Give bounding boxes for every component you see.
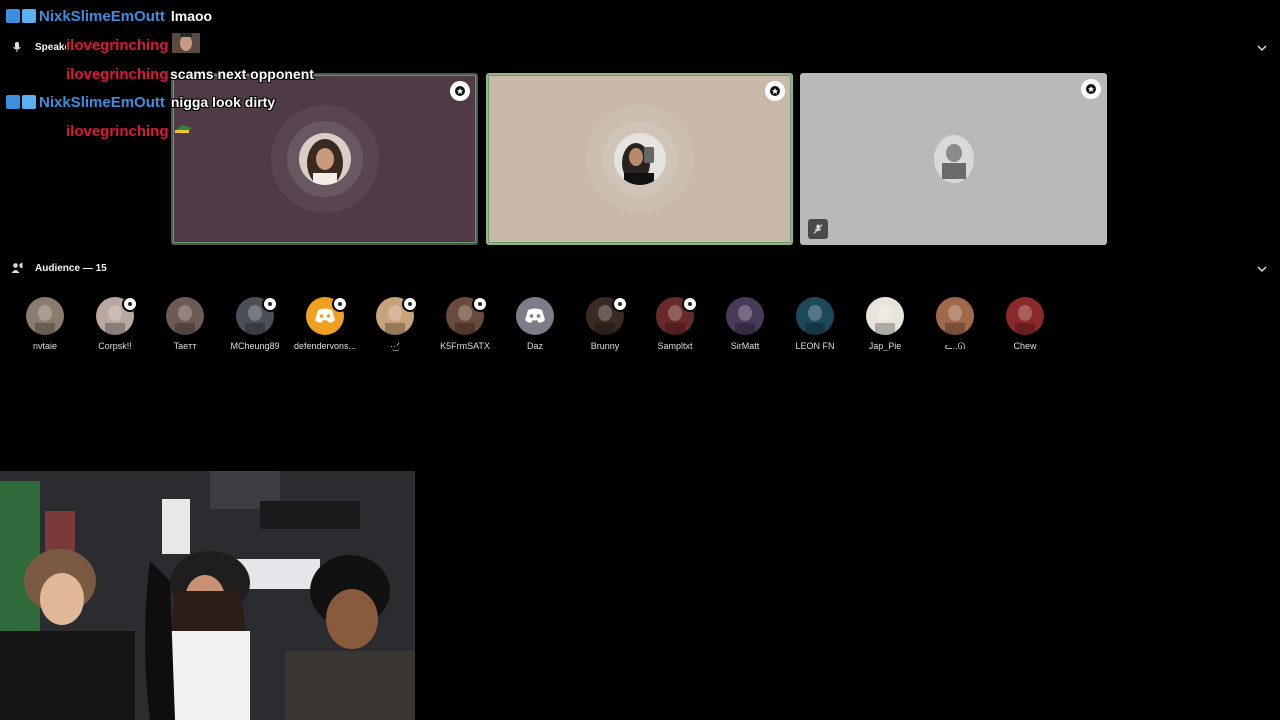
avatar (726, 297, 764, 335)
audience-name: Taeтт (173, 341, 197, 351)
moderator-badge-icon (472, 296, 488, 312)
avatar (1006, 297, 1044, 335)
sub-badge-icon (22, 95, 36, 109)
chat-message: NixkSlimeEmOutt nigga look dirty (0, 90, 275, 114)
chat-text: nigga look dirty (170, 94, 276, 110)
speaker-avatar (613, 133, 666, 185)
audience-icon (10, 261, 24, 275)
avatar (796, 297, 834, 335)
prime-badge-icon (6, 9, 20, 23)
audience-member[interactable]: ·͜·ᐟ (360, 296, 430, 352)
chat-message: ilovegrinching (0, 119, 420, 143)
audience-name: K5FrmSATX (440, 341, 490, 351)
audience-name: Brunny (590, 341, 620, 351)
audience-member[interactable]: nvtaie (10, 297, 80, 351)
chat-emote-icon (172, 32, 200, 58)
audience-name: Daz (526, 341, 543, 351)
webcam-feed (0, 471, 415, 720)
chat-text: lmaoo (170, 8, 213, 24)
moderator-badge-icon (612, 296, 628, 312)
audience-name: LEON FN (795, 341, 835, 351)
audience-member[interactable]: K5FrmSATX (430, 296, 500, 351)
audience-member[interactable]: Sampltxt (640, 296, 710, 351)
chat-message: ilovegrinching scams next opponent (0, 62, 420, 86)
chat-text: scams next opponent (170, 66, 314, 82)
audience-member[interactable]: ᓚ..ᘏ (920, 297, 990, 352)
moderator-badge-icon (332, 296, 348, 312)
audience-name: Jap_Pie (868, 341, 902, 351)
audience-member[interactable]: LEON FN (780, 297, 850, 351)
chat-emote-icon (172, 122, 194, 141)
moderator-badge-icon (450, 81, 470, 101)
moderator-badge-icon (262, 296, 278, 312)
chat-message: ilovegrinching (0, 32, 420, 58)
moderator-badge-icon (1081, 79, 1101, 99)
chat-username[interactable]: ilovegrinching (66, 66, 169, 83)
mic-muted-icon (808, 219, 828, 239)
moderator-badge-icon (682, 296, 698, 312)
chat-username[interactable]: ilovegrinching (66, 123, 169, 140)
audience-member[interactable]: Taeтт (150, 297, 220, 351)
audience-name: Corpsk!! (98, 341, 132, 351)
audience-name: ·͜·ᐟ (390, 341, 400, 351)
audience-member[interactable]: Corpsk!! (80, 296, 150, 351)
audience-name: Sampltxt (657, 341, 693, 351)
avatar (866, 297, 904, 335)
speaker-avatar (927, 133, 980, 185)
sub-badge-icon (22, 9, 36, 23)
audience-member[interactable]: Chew (990, 297, 1060, 351)
avatar (166, 297, 204, 335)
audience-name: ᓚ..ᘏ (944, 341, 966, 351)
chevron-down-icon[interactable] (1256, 41, 1268, 53)
audience-member[interactable]: Jap_Pie (850, 297, 920, 351)
audience-header[interactable]: Audience — 15 (0, 256, 1280, 280)
audience-name: defendervons... (293, 341, 357, 351)
moderator-badge-icon (765, 81, 785, 101)
prime-badge-icon (6, 95, 20, 109)
audience-name: MCheung89 (230, 341, 280, 351)
avatar (936, 297, 974, 335)
audience-member[interactable]: Daz (500, 297, 570, 351)
audience-name: SirMatt (730, 341, 760, 351)
audience-name: Chew (1013, 341, 1037, 351)
chat-username[interactable]: NixkSlimeEmOutt (39, 94, 165, 111)
chevron-down-icon[interactable] (1256, 262, 1268, 274)
moderator-badge-icon (122, 296, 138, 312)
audience-member[interactable]: MCheung89 (220, 296, 290, 351)
speaker-tile[interactable] (800, 73, 1107, 245)
chat-message: NixkSlimeEmOutt lmaoo (0, 4, 212, 28)
audience-member[interactable]: Brunny (570, 296, 640, 351)
chat-username[interactable]: ilovegrinching (66, 37, 169, 54)
chat-username[interactable]: NixkSlimeEmOutt (39, 8, 165, 25)
audience-title: Audience — 15 (35, 262, 107, 274)
discord-logo-icon (516, 297, 554, 335)
audience-name: nvtaie (32, 341, 58, 351)
speaker-tile[interactable] (486, 73, 793, 245)
audience-member[interactable]: defendervons... (290, 296, 360, 351)
avatar (26, 297, 64, 335)
audience-member[interactable]: SirMatt (710, 297, 780, 351)
moderator-badge-icon (402, 296, 418, 312)
